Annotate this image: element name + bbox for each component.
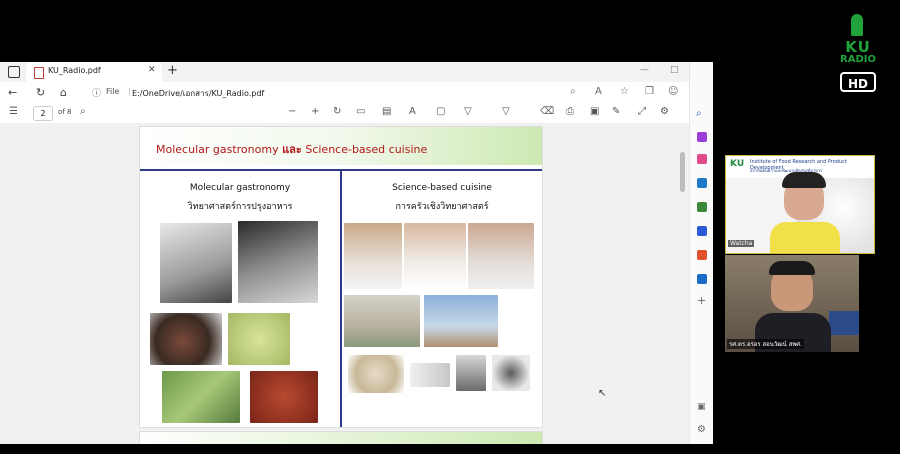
browser-window: KU_Radio.pdf ✕ + — □ ✕ ← ↻ ⌂ ⓘ File | E:… bbox=[0, 62, 713, 444]
slide-title-left: Molecular gastronomy bbox=[156, 143, 279, 156]
scientist-photo-1 bbox=[160, 223, 232, 303]
slide-page: Molecular gastronomy และ Science-based c… bbox=[139, 126, 543, 428]
contents-icon[interactable]: ☰ bbox=[9, 106, 18, 117]
microphone-icon bbox=[851, 14, 863, 36]
search-icon[interactable]: ⌕ bbox=[80, 106, 86, 117]
sidebar-people-icon[interactable] bbox=[697, 226, 707, 236]
slide-title-right: Science-based cuisine bbox=[305, 143, 428, 156]
building-photo bbox=[344, 295, 420, 347]
dish-photo-3 bbox=[162, 371, 240, 423]
maximize-button[interactable]: □ bbox=[670, 65, 679, 75]
tower-photo bbox=[424, 295, 498, 347]
logo-hd-badge: HD bbox=[840, 72, 876, 92]
read-aloud-toolbar-icon[interactable]: A bbox=[409, 106, 416, 117]
sidebar-settings-icon[interactable]: ⚙ bbox=[697, 424, 706, 435]
tool-photo-1 bbox=[410, 363, 450, 387]
dish-photo-4 bbox=[250, 371, 318, 423]
back-icon[interactable]: ← bbox=[8, 86, 17, 99]
thermometer-photo bbox=[492, 355, 530, 391]
sidebar-shopping-icon[interactable] bbox=[697, 154, 707, 164]
chef-photo-1 bbox=[344, 223, 402, 289]
sidebar-search-icon[interactable]: ⌕ bbox=[696, 108, 702, 119]
video-tile-presenter: KU Institute of Food Research and Produc… bbox=[725, 155, 875, 254]
banner-ku-logo: KU bbox=[730, 159, 745, 169]
address-field[interactable]: ⓘ File | E:/OneDrive/เอกสาร/KU_Radio.pdf bbox=[88, 84, 578, 100]
scrollbar-thumb[interactable] bbox=[680, 152, 685, 192]
right-heading-en: Science-based cuisine bbox=[392, 183, 492, 193]
pdf-file-icon bbox=[34, 67, 44, 79]
sidebar-games-icon[interactable] bbox=[697, 202, 707, 212]
tool-photo-2 bbox=[456, 355, 486, 391]
slide-title-and: และ bbox=[282, 143, 302, 156]
slide-title-bar: Molecular gastronomy และ Science-based c… bbox=[140, 127, 542, 165]
right-heading-th: การครัวเชิงวิทยาศาสตร์ bbox=[395, 202, 489, 212]
sidebar-outlook-icon[interactable] bbox=[697, 274, 707, 284]
text-icon[interactable]: ▢ bbox=[436, 106, 445, 117]
zoom-out-icon[interactable]: − bbox=[288, 106, 296, 117]
left-heading-th: วิทยาศาสตร์การปรุงอาหาร bbox=[187, 202, 293, 212]
save-as-icon[interactable]: ✎ bbox=[612, 106, 620, 117]
collections-icon[interactable]: ❐ bbox=[645, 86, 654, 97]
info-icon[interactable]: ⓘ bbox=[92, 86, 101, 99]
next-slide-preview bbox=[139, 431, 543, 444]
sidebar-copilot-icon[interactable] bbox=[697, 132, 707, 142]
page-count: of 8 bbox=[58, 108, 72, 116]
highlight-icon[interactable]: ▽ bbox=[502, 106, 510, 117]
dish-photo-1 bbox=[150, 313, 222, 365]
address-url: E:/OneDrive/เอกสาร/KU_Radio.pdf bbox=[132, 89, 265, 98]
sidebar-hide-icon[interactable]: ▣ bbox=[697, 402, 706, 412]
address-bar-row: ← ↻ ⌂ ⓘ File | E:/OneDrive/เอกสาร/KU_Rad… bbox=[0, 82, 713, 104]
tab-close-icon[interactable]: ✕ bbox=[148, 65, 156, 75]
save-icon[interactable]: ▣ bbox=[590, 106, 599, 117]
ku-radio-logo: KU RADIO HD bbox=[833, 14, 883, 96]
zoom-in-icon[interactable]: + bbox=[311, 106, 319, 117]
read-aloud-icon[interactable]: A bbox=[595, 86, 602, 97]
edge-sidebar: ⌕ + ▣ ⚙ bbox=[689, 62, 713, 444]
tab-actions-icon[interactable] bbox=[8, 66, 20, 78]
zoom-icon[interactable]: ⌕ bbox=[570, 86, 576, 97]
logo-radio-text: RADIO bbox=[840, 54, 876, 65]
tab-ku-radio-pdf[interactable]: KU_Radio.pdf ✕ bbox=[26, 62, 162, 82]
minimize-button[interactable]: — bbox=[640, 65, 649, 75]
guest-hair bbox=[769, 261, 815, 275]
sidebar-tools-icon[interactable] bbox=[697, 178, 707, 188]
print-icon[interactable]: ⎙ bbox=[566, 106, 574, 117]
page-view-icon[interactable]: ▤ bbox=[382, 106, 391, 117]
presenter-shirt bbox=[770, 222, 840, 253]
dish-photo-2 bbox=[228, 313, 290, 365]
profile-icon[interactable]: ☺ bbox=[668, 86, 678, 97]
sidebar-office-icon[interactable] bbox=[697, 250, 707, 260]
monitor-background bbox=[829, 311, 859, 335]
chef-photo-2 bbox=[404, 223, 466, 289]
settings-icon[interactable]: ⚙ bbox=[660, 106, 669, 117]
erase-icon[interactable]: ⌫ bbox=[540, 106, 554, 117]
sidebar-add-icon[interactable]: + bbox=[697, 294, 706, 307]
left-heading-en: Molecular gastronomy bbox=[189, 183, 291, 193]
chef-photo-3 bbox=[468, 223, 534, 289]
scientist-photo-2 bbox=[238, 221, 318, 303]
participant-name-1: Watcha bbox=[728, 240, 755, 247]
page-number-input[interactable]: 2 bbox=[33, 106, 53, 121]
address-scheme: File bbox=[106, 87, 120, 96]
rotate-icon[interactable]: ↻ bbox=[333, 106, 341, 117]
draw-icon[interactable]: ▽ bbox=[464, 106, 472, 117]
mouse-cursor-icon: ↖ bbox=[598, 388, 607, 399]
slide-title: Molecular gastronomy และ Science-based c… bbox=[156, 140, 427, 158]
tab-strip: KU_Radio.pdf ✕ + — □ ✕ bbox=[0, 62, 713, 82]
fit-page-icon[interactable]: ▭ bbox=[356, 106, 365, 117]
refresh-icon[interactable]: ↻ bbox=[36, 86, 45, 99]
address-separator: | bbox=[128, 87, 131, 96]
presenter-hair bbox=[782, 172, 826, 188]
home-icon[interactable]: ⌂ bbox=[60, 86, 67, 99]
mushroom-photo bbox=[348, 355, 404, 393]
tab-title: KU_Radio.pdf bbox=[48, 66, 101, 75]
fullscreen-icon[interactable]: ⤢ bbox=[638, 106, 646, 117]
participant-name-2: รศ.ดร.อรอร สอนวัฒน์ สพศ. bbox=[727, 339, 805, 349]
favorite-icon[interactable]: ☆ bbox=[620, 86, 629, 97]
new-tab-button[interactable]: + bbox=[167, 63, 178, 78]
pdf-toolbar: ☰ 2 of 8 ⌕ − + ↻ ▭ ▤ A ▢ ▽ ▽ ⌫ ⎙ ▣ ✎ ⤢ ⚙ bbox=[0, 103, 713, 124]
video-tile-guest: รศ.ดร.อรอร สอนวัฒน์ สพศ. bbox=[725, 255, 859, 352]
